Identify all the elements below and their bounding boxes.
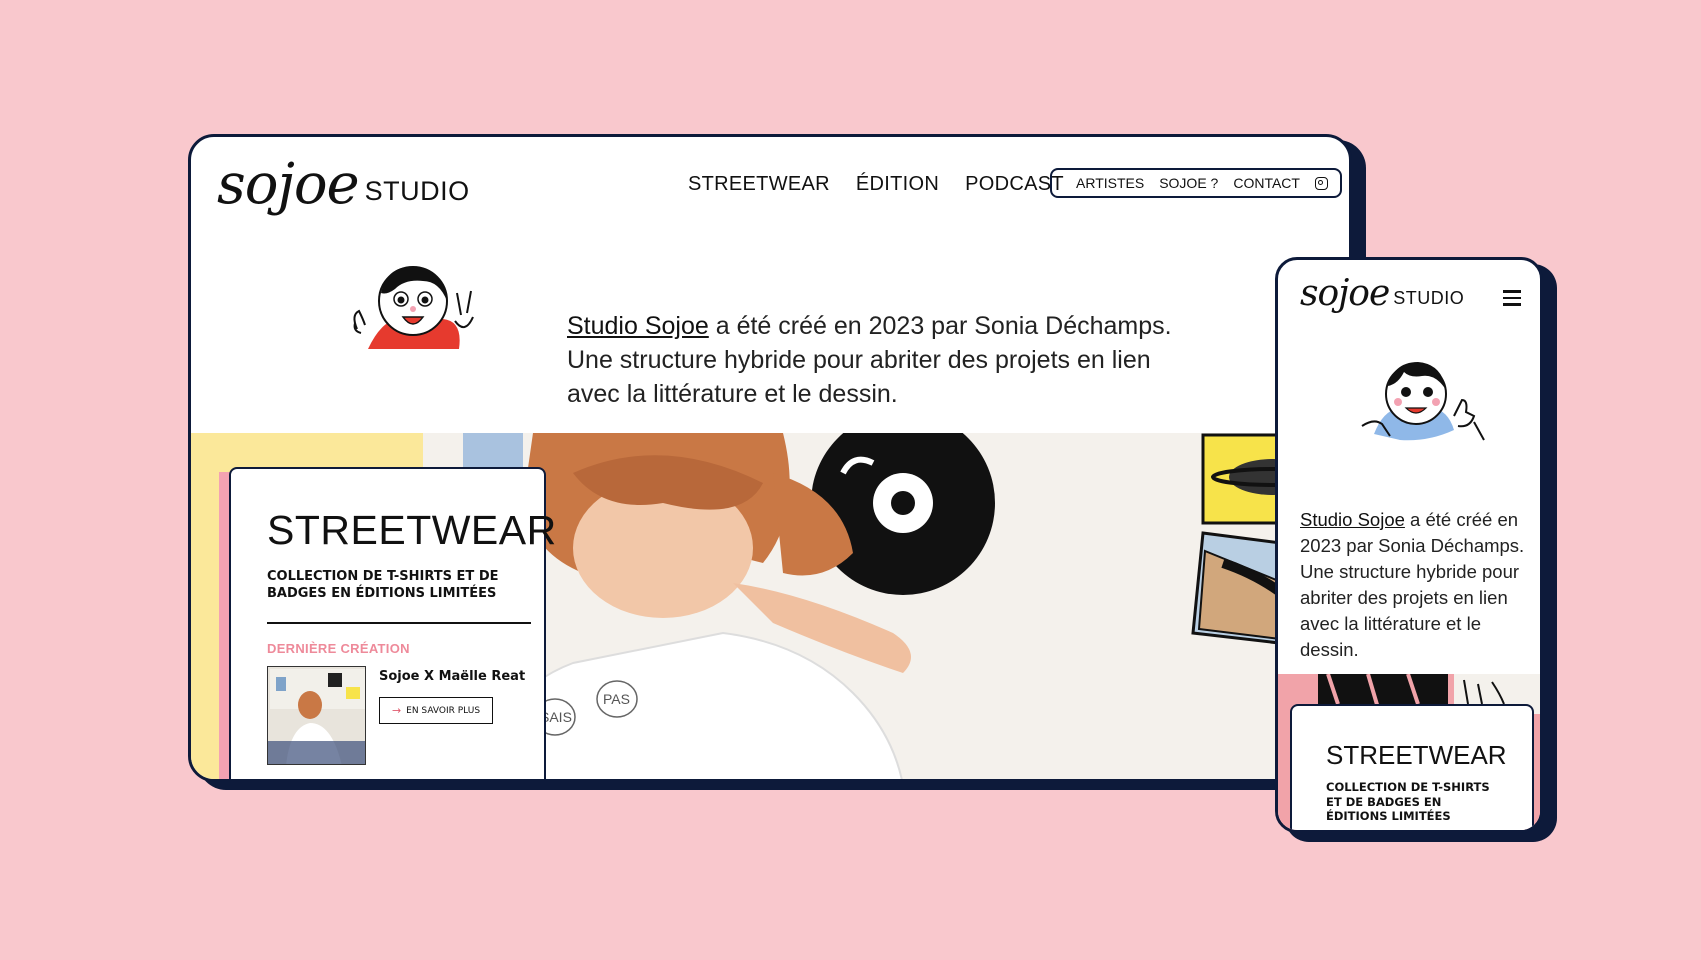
nav-streetwear[interactable]: STREETWEAR [688, 173, 830, 196]
mobile-logo-studio: STUDIO [1393, 288, 1465, 308]
nav-artistes[interactable]: ARTISTES [1076, 175, 1144, 191]
desktop-mockup: sojoe STUDIO STREETWEAR ÉDITION PODCAST … [188, 134, 1352, 782]
latest-creation-label: DERNIÈRE CRÉATION [267, 641, 410, 656]
mobile-streetwear-card: STREETWEAR COLLECTION DE T-SHIRTS ET DE … [1290, 704, 1534, 830]
card-title: STREETWEAR [267, 507, 557, 553]
mobile-card-subtitle: COLLECTION DE T-SHIRTS ET DE BADGES EN É… [1326, 780, 1490, 823]
mobile-site-logo[interactable]: sojoe STUDIO [1300, 276, 1464, 312]
card-divider [267, 622, 531, 624]
mobile-intro-text: Studio Sojoe a été créé en 2023 par Soni… [1300, 507, 1525, 663]
hamburger-menu-icon[interactable] [1503, 290, 1521, 306]
product-thumbnail-image [268, 667, 365, 764]
intro-text: Studio Sojoe a été créé en 2023 par Soni… [567, 309, 1187, 411]
mobile-logo-script: sojoe [1300, 273, 1390, 314]
nav-edition[interactable]: ÉDITION [856, 173, 939, 196]
logo-studio: STUDIO [364, 176, 470, 206]
nav-sojoe[interactable]: SOJOE ? [1159, 175, 1218, 191]
mobile-intro-body: a été créé en 2023 par Sonia Déchamps. U… [1300, 508, 1525, 660]
nav-contact[interactable]: CONTACT [1233, 175, 1300, 191]
product-title[interactable]: Sojoe X Maëlle Reat [379, 669, 525, 684]
mobile-card-title: STREETWEAR [1326, 740, 1507, 770]
mascot-illustration [353, 266, 474, 349]
main-nav: STREETWEAR ÉDITION PODCAST [688, 173, 1064, 196]
intro-link-studio-sojoe[interactable]: Studio Sojoe [567, 312, 709, 340]
learn-more-button[interactable]: → EN SAVOIR PLUS [379, 697, 493, 724]
logo-script: sojoe [217, 152, 360, 217]
instagram-icon[interactable] [1314, 176, 1328, 190]
mobile-mascot-illustration [1361, 362, 1485, 441]
secondary-nav: ARTISTES SOJOE ? CONTACT [1050, 168, 1342, 198]
product-thumbnail[interactable] [267, 666, 366, 765]
hero-photo: JE SAIS PAS [423, 433, 1349, 779]
streetwear-card: STREETWEAR COLLECTION DE T-SHIRTS ET DE … [229, 467, 556, 779]
site-logo[interactable]: sojoe STUDIO [217, 157, 470, 213]
tshirt-word-pas: PAS [603, 691, 630, 707]
mobile-mockup: sojoe STUDIO Studio Sojoe a été créé en … [1275, 257, 1543, 833]
arrow-right-icon: → [391, 704, 402, 717]
hero-illustration: JE SAIS PAS [423, 433, 1349, 779]
mobile-intro-link-studio-sojoe[interactable]: Studio Sojoe [1300, 509, 1405, 530]
card-subtitle: COLLECTION DE T-SHIRTS ET DE BADGES EN É… [267, 569, 499, 601]
learn-more-label: EN SAVOIR PLUS [406, 705, 481, 716]
